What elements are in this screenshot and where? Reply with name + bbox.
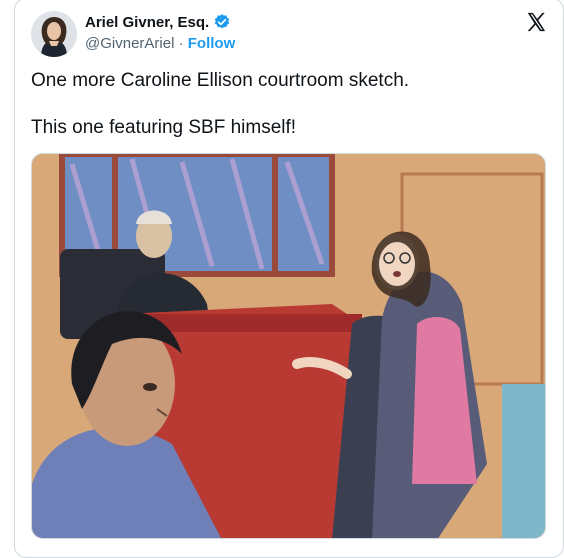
separator-dot: · xyxy=(178,35,188,52)
x-logo-icon[interactable] xyxy=(525,11,547,33)
author-display-name[interactable]: Ariel Givner, Esq. xyxy=(85,14,209,31)
name-row: Ariel Givner, Esq. xyxy=(85,13,231,31)
courtroom-sketch xyxy=(32,154,545,538)
tweet-line-1: One more Caroline Ellison courtroom sket… xyxy=(31,70,410,91)
tweet-header: Ariel Givner, Esq. @GivnerAriel · Follow xyxy=(31,11,547,59)
verified-badge-icon xyxy=(214,14,230,29)
tweet-media-image[interactable] xyxy=(31,153,546,539)
author-avatar[interactable] xyxy=(31,11,77,57)
author-handle[interactable]: @GivnerAriel xyxy=(85,35,174,52)
avatar-image xyxy=(31,11,77,57)
tweet-line-2: This one featuring SBF himself! xyxy=(31,117,297,138)
handle-row: @GivnerAriel · Follow xyxy=(85,35,235,52)
tweet-text: One more Caroline Ellison courtroom sket… xyxy=(31,69,547,163)
tweet-card: Ariel Givner, Esq. @GivnerAriel · Follow… xyxy=(14,0,564,558)
follow-button[interactable]: Follow xyxy=(188,35,236,52)
